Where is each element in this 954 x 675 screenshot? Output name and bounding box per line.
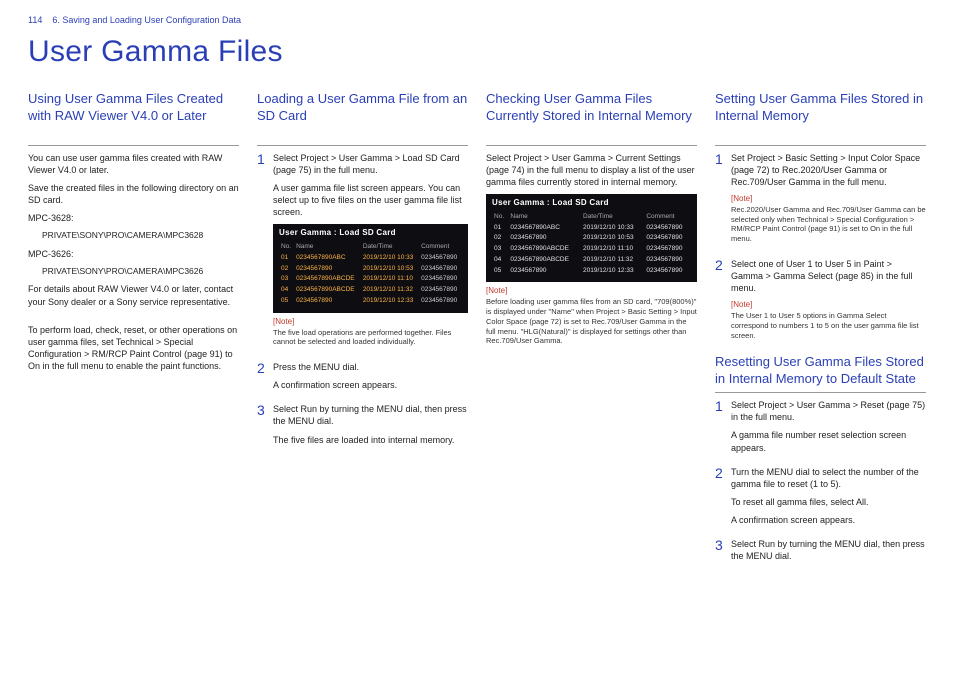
body-text: Select Project > User Gamma > Current Se… (486, 152, 697, 188)
note-body: The User 1 to User 5 options in Gamma Se… (731, 311, 926, 340)
note-label: [Note] (731, 194, 926, 205)
step-text: Turn the MENU dial to select the number … (731, 466, 926, 490)
step-text: Press the MENU dial. (273, 361, 468, 373)
step-text: Select Project > User Gamma > Reset (pag… (731, 399, 926, 423)
model-label: MPC-3628: (28, 212, 239, 224)
step-text: A user gamma file list screen appears. Y… (273, 182, 468, 218)
step-number: 3 (257, 403, 267, 451)
page-number: 114 (28, 14, 42, 26)
step-number: 3 (715, 538, 725, 568)
note-label: [Note] (273, 317, 468, 328)
note-body: Rec.2020/User Gamma and Rec.709/User Gam… (731, 205, 926, 244)
screenshot-load-sd: User Gamma : Load SD Card No. Name Date/… (273, 224, 468, 312)
step-number: 1 (257, 152, 267, 355)
note-label: [Note] (731, 300, 926, 311)
step-text: The five files are loaded into internal … (273, 434, 468, 446)
section-heading-resetting: Resetting User Gamma Files Stored in Int… (715, 354, 926, 393)
note-body: The five load operations are performed t… (273, 328, 468, 348)
column-4: Setting User Gamma Files Stored in Inter… (715, 91, 926, 575)
column-2: Loading a User Gamma File from an SD Car… (257, 91, 468, 575)
step-text: A confirmation screen appears. (273, 379, 468, 391)
step-number: 1 (715, 399, 725, 460)
screenshot-caption: User Gamma : Load SD Card (279, 228, 462, 239)
step-text: A confirmation screen appears. (731, 514, 926, 526)
section-heading-setting: Setting User Gamma Files Stored in Inter… (715, 91, 926, 146)
body-text: For details about RAW Viewer V4.0 or lat… (28, 283, 239, 307)
section-heading-checking: Checking User Gamma Files Currently Stor… (486, 91, 697, 146)
note-body: Before loading user gamma files from an … (486, 297, 697, 346)
step-number: 2 (715, 258, 725, 348)
step-text: Select Run by turning the MENU dial, the… (731, 538, 926, 562)
step-number: 2 (715, 466, 725, 533)
screenshot-caption: User Gamma : Load SD Card (492, 198, 691, 209)
note-label: [Note] (486, 286, 697, 297)
step-text: A gamma file number reset selection scre… (731, 429, 926, 453)
page-title: User Gamma Files (28, 32, 926, 73)
step-text: Select Project > User Gamma > Load SD Ca… (273, 152, 468, 176)
body-text: To perform load, check, reset, or other … (28, 324, 239, 373)
gamma-file-table: No. Name Date/Time Comment 010234567890A… (279, 242, 462, 307)
gamma-file-table: No. Name Date/Time Comment 010234567890A… (492, 212, 691, 277)
body-text: Save the created files in the following … (28, 182, 239, 206)
model-label: MPC-3626: (28, 248, 239, 260)
screenshot-current: User Gamma : Load SD Card No. Name Date/… (486, 194, 697, 282)
column-1: Using User Gamma Files Created with RAW … (28, 91, 239, 575)
step-text: Select one of User 1 to User 5 in Paint … (731, 258, 926, 294)
section-heading-loading: Loading a User Gamma File from an SD Car… (257, 91, 468, 146)
step-number: 1 (715, 152, 725, 252)
step-number: 2 (257, 361, 267, 397)
file-path: PRIVATE\SONY\PRO\CAMERA\MPC3626 (28, 266, 239, 277)
breadcrumb: 114 6. Saving and Loading User Configura… (28, 14, 926, 26)
step-text: Set Project > Basic Setting > Input Colo… (731, 152, 926, 188)
body-text: You can use user gamma files created wit… (28, 152, 239, 176)
chapter-title: 6. Saving and Loading User Configuration… (52, 14, 241, 26)
column-3: Checking User Gamma Files Currently Stor… (486, 91, 697, 575)
file-path: PRIVATE\SONY\PRO\CAMERA\MPC3628 (28, 230, 239, 241)
step-text: To reset all gamma files, select All. (731, 496, 926, 508)
section-heading-using: Using User Gamma Files Created with RAW … (28, 91, 239, 146)
step-text: Select Run by turning the MENU dial, the… (273, 403, 468, 427)
